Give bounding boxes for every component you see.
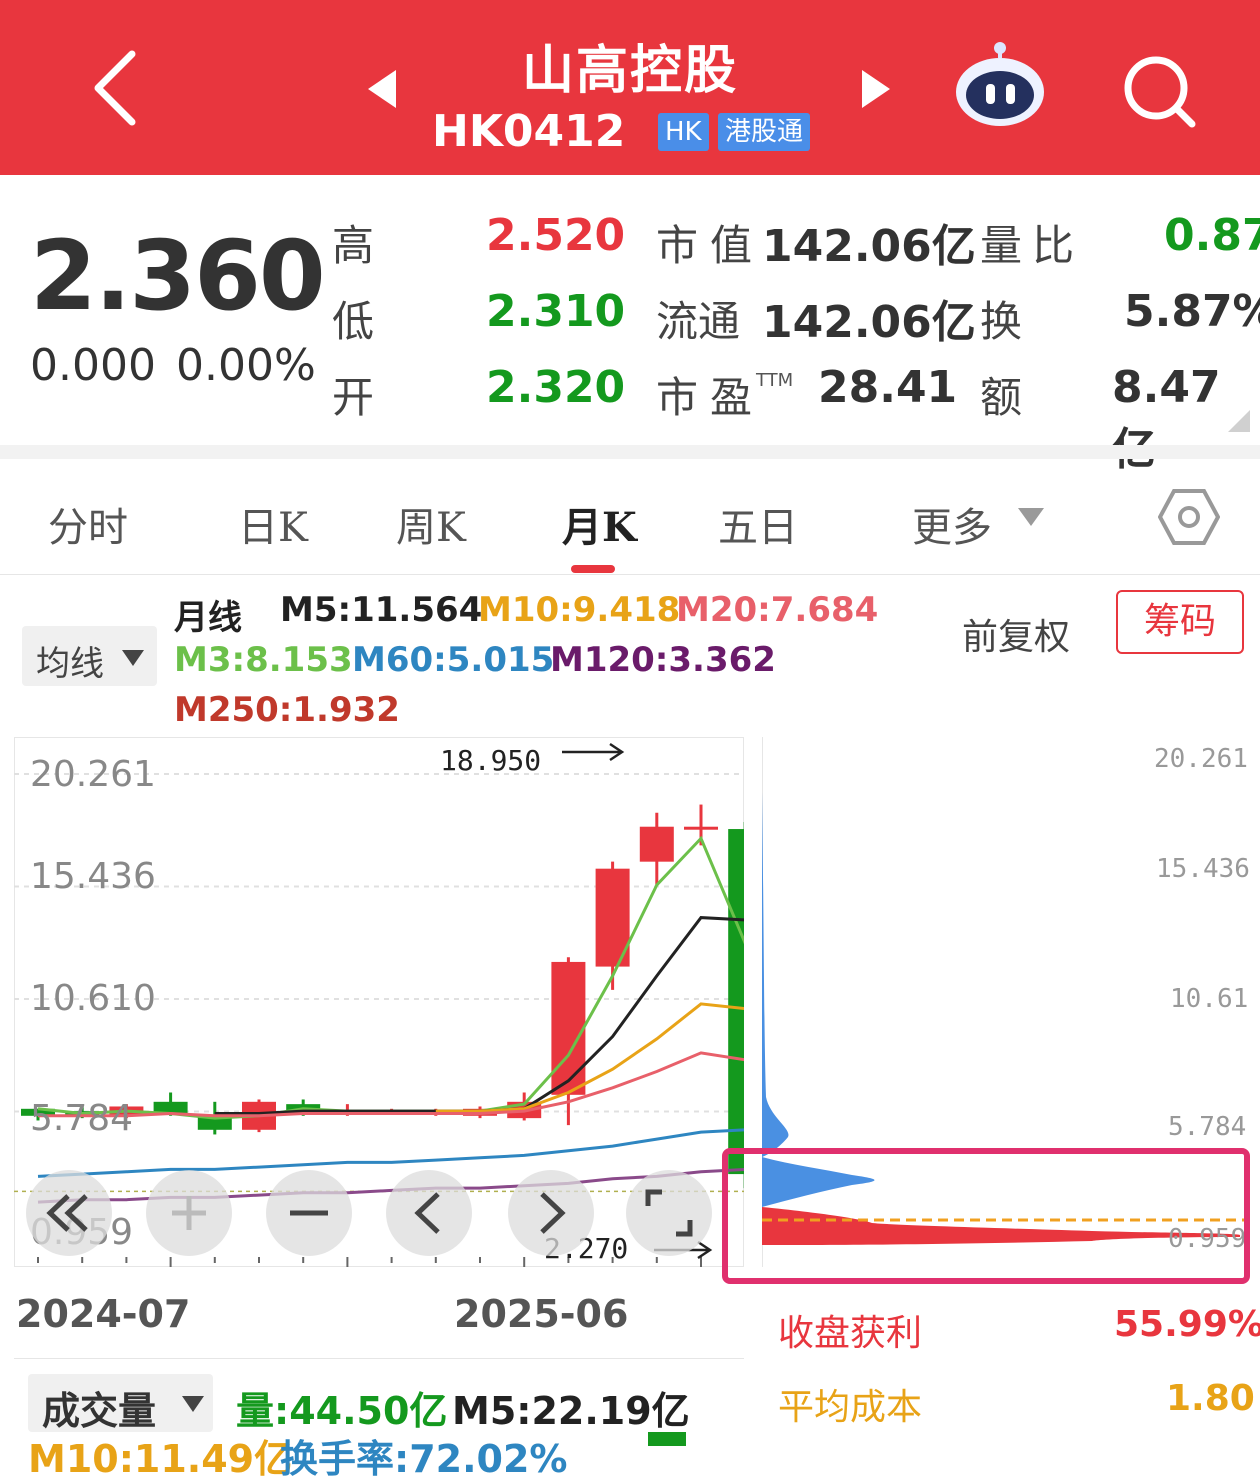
y-tick-label: 20.261 bbox=[30, 754, 156, 795]
ma250-value: M250:1.932 bbox=[174, 690, 400, 730]
open-label: 开 bbox=[332, 373, 375, 422]
y-tick-label: 15.436 bbox=[30, 856, 156, 897]
fullscreen-button[interactable] bbox=[626, 1170, 712, 1256]
tab-daily-k[interactable]: 日K bbox=[238, 495, 308, 553]
ma-type-dropdown[interactable]: 均线 bbox=[22, 626, 157, 686]
ma20-value: M20:7.684 bbox=[676, 590, 879, 630]
highlight-frame bbox=[722, 1148, 1250, 1284]
ma-dropdown-label: 均线 bbox=[36, 644, 104, 684]
price-adjust-mode[interactable]: 前复权 bbox=[962, 608, 1070, 660]
back-arrow-icon[interactable] bbox=[80, 44, 150, 134]
zoom-out-icon bbox=[290, 1210, 328, 1216]
ma-line-m5 bbox=[214, 916, 744, 1115]
volume-m10-value: M10:11.49亿 bbox=[28, 1437, 293, 1481]
chevron-down-icon bbox=[182, 1396, 204, 1412]
profit-ratio-label: 收盘获利 bbox=[778, 1313, 923, 1354]
expand-corner-icon[interactable] bbox=[1228, 410, 1250, 432]
zoom-in-icon bbox=[172, 1196, 206, 1230]
price-change: 0.000 bbox=[30, 340, 156, 391]
max-price-note: 18.950 bbox=[440, 744, 542, 777]
volume-value: 量:44.50亿 bbox=[236, 1389, 448, 1433]
ma-period-label: 月线 bbox=[174, 598, 242, 638]
candle-body bbox=[728, 829, 744, 1175]
ma60-value: M60:5.015 bbox=[352, 640, 555, 680]
prev-stock-icon[interactable] bbox=[366, 68, 398, 110]
tab-more[interactable]: 更多 bbox=[912, 495, 992, 553]
volume-dropdown-label: 成交量 bbox=[42, 1389, 157, 1433]
chips-distribution-button[interactable]: 筹码 bbox=[1116, 590, 1244, 654]
search-icon[interactable] bbox=[1120, 52, 1200, 132]
low-label: 低 bbox=[332, 297, 375, 346]
last-price: 2.360 bbox=[30, 220, 326, 332]
y-tick-label: 10.610 bbox=[30, 978, 156, 1019]
chevron-down-icon bbox=[1016, 506, 1046, 530]
connect-badge: 港股通 bbox=[718, 113, 811, 151]
ma3-value: M3:8.153 bbox=[174, 640, 353, 680]
chevron-down-icon bbox=[122, 650, 144, 666]
x-axis-mid-date: 2025-06 bbox=[454, 1292, 629, 1336]
right-icon bbox=[540, 1192, 566, 1234]
tabs-divider bbox=[0, 574, 1260, 575]
section-divider bbox=[0, 445, 1260, 459]
x-axis-start-date: 2024-07 bbox=[16, 1292, 191, 1336]
pe-ttm-sup: TTM bbox=[756, 370, 794, 391]
pe-label: 市盈 bbox=[656, 373, 765, 422]
pe-value: 28.41 bbox=[818, 362, 958, 413]
ma10-value: M10:9.418 bbox=[478, 590, 681, 630]
volume-bar bbox=[648, 1432, 686, 1446]
move-right-button[interactable] bbox=[508, 1170, 594, 1256]
candle-body bbox=[639, 826, 674, 862]
stock-name: 山高控股 bbox=[521, 41, 738, 101]
chips-y-tick: 5.784 bbox=[1168, 1112, 1247, 1142]
chips-y-tick: 20.261 bbox=[1154, 744, 1248, 774]
tab-intraday[interactable]: 分时 bbox=[48, 495, 128, 553]
rewind-button[interactable] bbox=[26, 1170, 112, 1256]
chips-y-tick: 10.61 bbox=[1170, 984, 1249, 1014]
zoom-out-button[interactable] bbox=[266, 1170, 352, 1256]
tab-five-day[interactable]: 五日 bbox=[718, 495, 798, 553]
tab-weekly-k[interactable]: 周K bbox=[396, 495, 466, 553]
volratio-value: 0.87 bbox=[1164, 210, 1260, 261]
open-value: 2.320 bbox=[486, 362, 626, 413]
float-value: 142.06亿 bbox=[762, 297, 976, 348]
high-label: 高 bbox=[332, 221, 375, 270]
rewind-icon bbox=[46, 1194, 88, 1232]
zoom-in-button[interactable] bbox=[146, 1170, 232, 1256]
fullscreen-icon bbox=[645, 1189, 693, 1237]
low-value: 2.310 bbox=[486, 286, 626, 337]
volume-m5-value: M5:22.19亿 bbox=[452, 1389, 690, 1433]
mktcap-label: 市值 bbox=[656, 221, 765, 270]
chips-y-tick: 15.436 bbox=[1156, 854, 1250, 884]
volratio-label: 量比 bbox=[980, 221, 1085, 270]
avg-cost-value: 1.80 bbox=[1166, 1378, 1255, 1419]
robot-assistant-icon[interactable] bbox=[950, 40, 1050, 130]
max-arrow-icon bbox=[560, 740, 626, 764]
amount-label: 额 bbox=[980, 373, 1023, 422]
left-icon bbox=[414, 1192, 440, 1234]
y-tick-label: 5.784 bbox=[30, 1098, 134, 1139]
profit-ratio-value: 55.99% bbox=[1114, 1304, 1260, 1345]
volume-indicator-dropdown[interactable]: 成交量 bbox=[28, 1374, 213, 1433]
market-badge: HK bbox=[658, 113, 709, 151]
settings-hexagon-icon[interactable] bbox=[1157, 488, 1221, 546]
next-stock-icon[interactable] bbox=[860, 68, 892, 110]
active-tab-indicator bbox=[571, 565, 615, 573]
ma-line-m20 bbox=[38, 1051, 744, 1118]
ma5-value: M5:11.564 bbox=[280, 590, 483, 630]
move-left-button[interactable] bbox=[386, 1170, 472, 1256]
candle-body bbox=[551, 961, 586, 1095]
mktcap-value: 142.06亿 bbox=[762, 221, 976, 272]
turnover-label: 换 bbox=[980, 297, 1023, 346]
turnover-value: 5.87% bbox=[1124, 286, 1260, 337]
volume-turnover-value: 换手率:72.02% bbox=[280, 1437, 568, 1481]
stock-code: HK0412 bbox=[432, 106, 626, 157]
candle-body bbox=[684, 826, 718, 830]
price-change-pct: 0.00% bbox=[176, 340, 316, 391]
high-value: 2.520 bbox=[486, 210, 626, 261]
avg-cost-label: 平均成本 bbox=[778, 1387, 923, 1428]
tab-monthly-k[interactable]: 月K bbox=[562, 495, 637, 553]
float-label: 流通 bbox=[656, 297, 741, 346]
ma120-value: M120:3.362 bbox=[550, 640, 776, 680]
